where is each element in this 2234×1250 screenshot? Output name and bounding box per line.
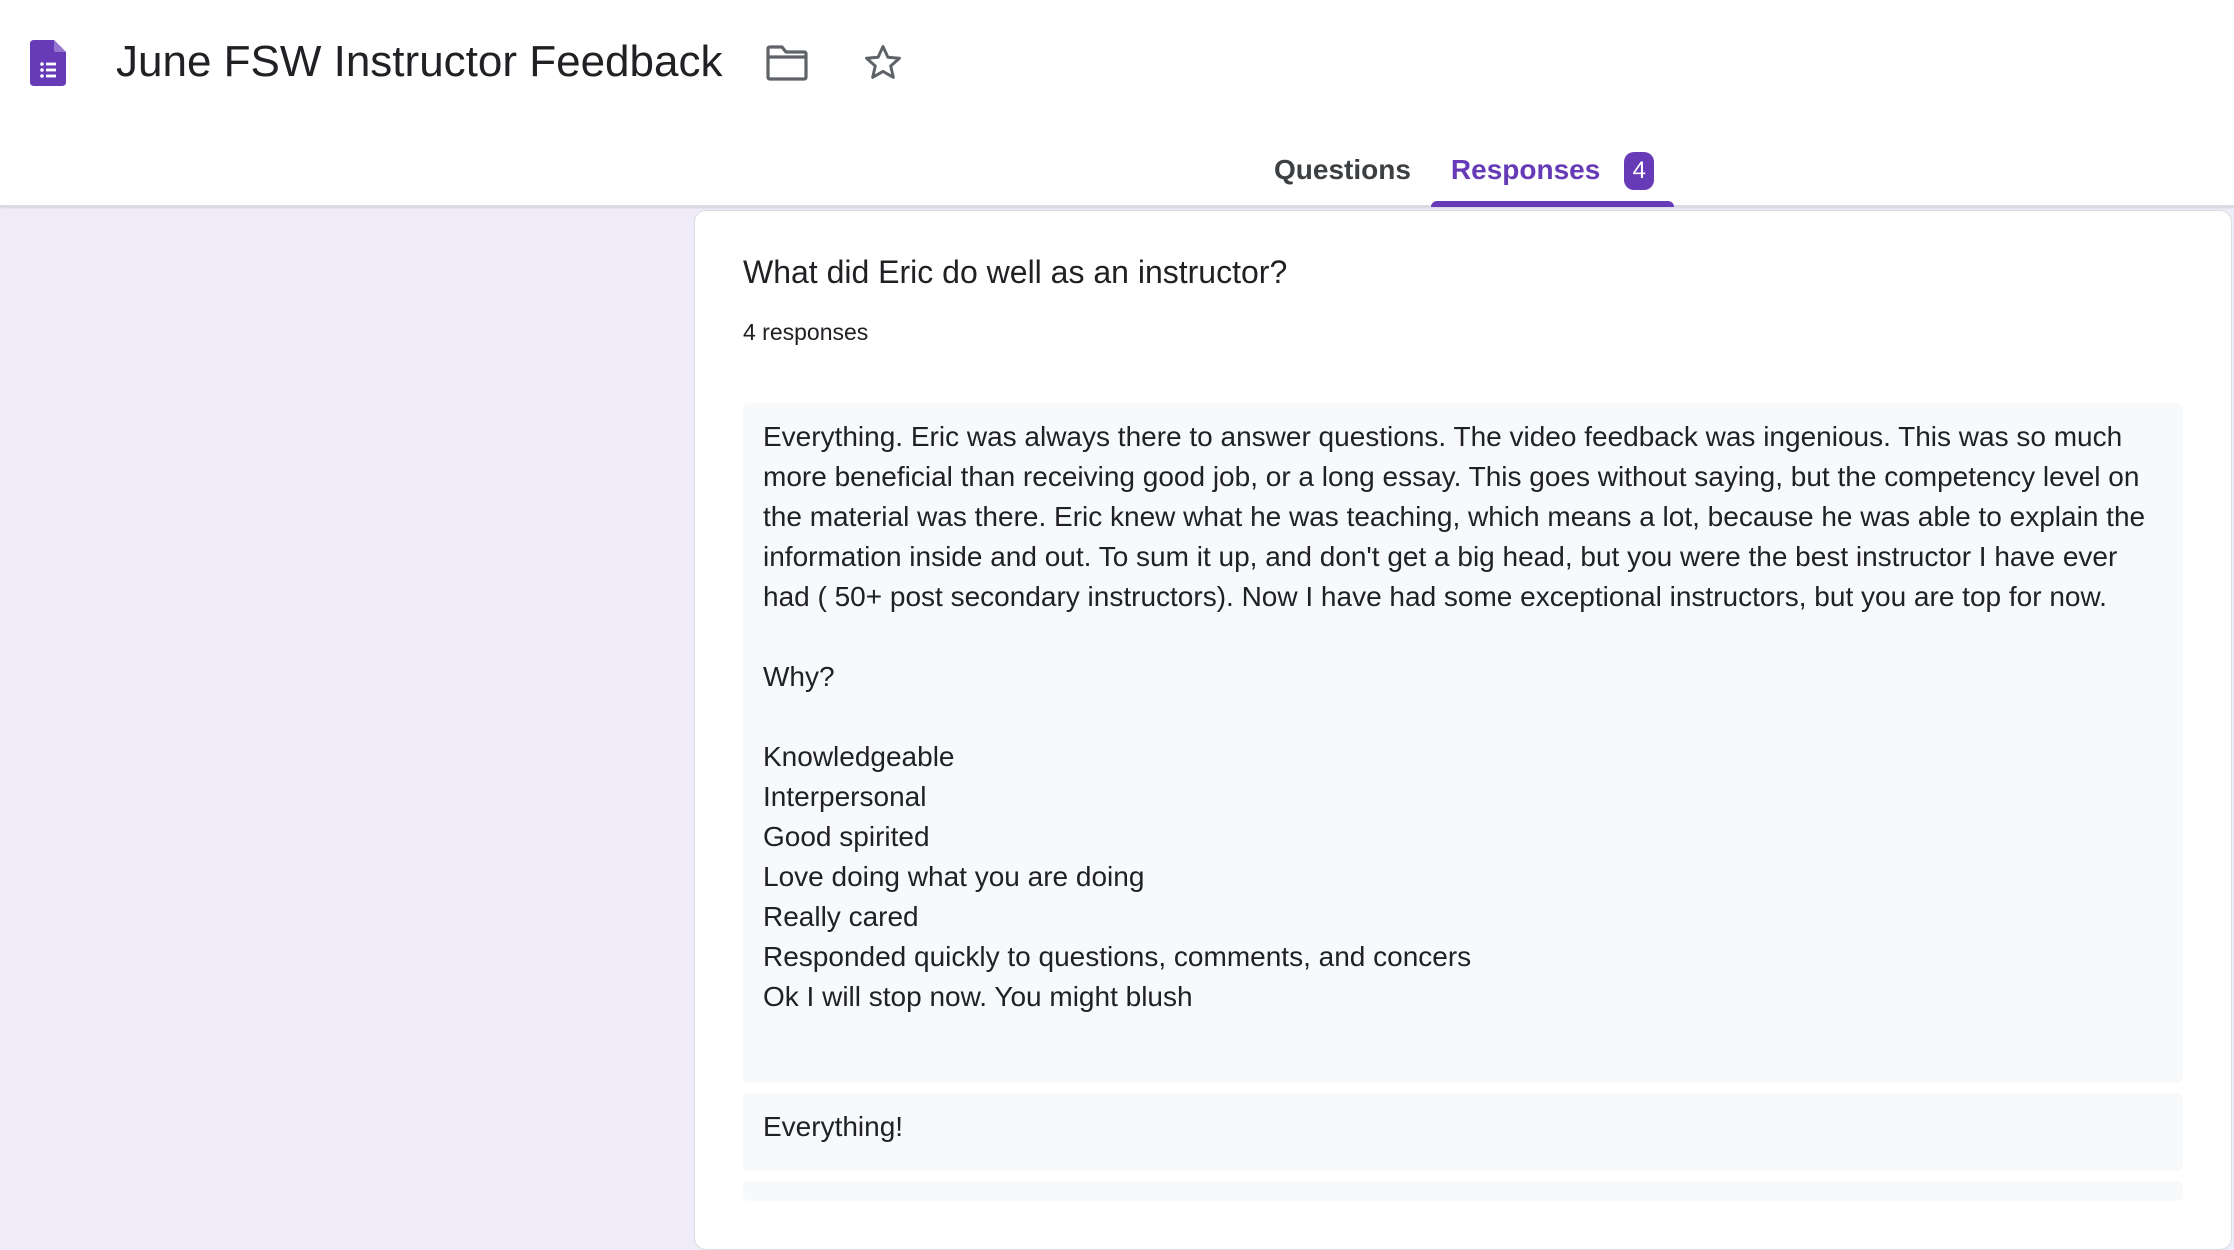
response-count-badge: 4: [1624, 152, 1655, 190]
tab-responses[interactable]: Responses 4: [1430, 140, 1675, 207]
folder-icon: [766, 45, 808, 81]
tab-questions[interactable]: Questions: [1254, 140, 1431, 207]
star-button[interactable]: [858, 38, 908, 88]
top-bar: June FSW Instructor Feedback Questions R…: [0, 0, 2234, 207]
response-item: Everything!: [743, 1093, 2183, 1171]
star-icon: [865, 45, 901, 79]
response-item: Everything. Eric was always there to ans…: [743, 403, 2183, 1083]
tab-responses-label: Responses: [1450, 154, 1601, 185]
form-title[interactable]: June FSW Instructor Feedback: [116, 34, 722, 90]
tab-questions-label: Questions: [1274, 154, 1411, 185]
response-count-label: 4 responses: [743, 319, 869, 345]
google-forms-icon[interactable]: [30, 40, 66, 86]
question-title: What did Eric do well as an instructor?: [743, 254, 1288, 290]
response-item: [743, 1181, 2183, 1201]
form-tabs: Questions Responses 4: [1254, 140, 1675, 207]
move-to-folder-button[interactable]: [762, 38, 812, 88]
question-summary-card: What did Eric do well as an instructor? …: [694, 210, 2232, 1250]
